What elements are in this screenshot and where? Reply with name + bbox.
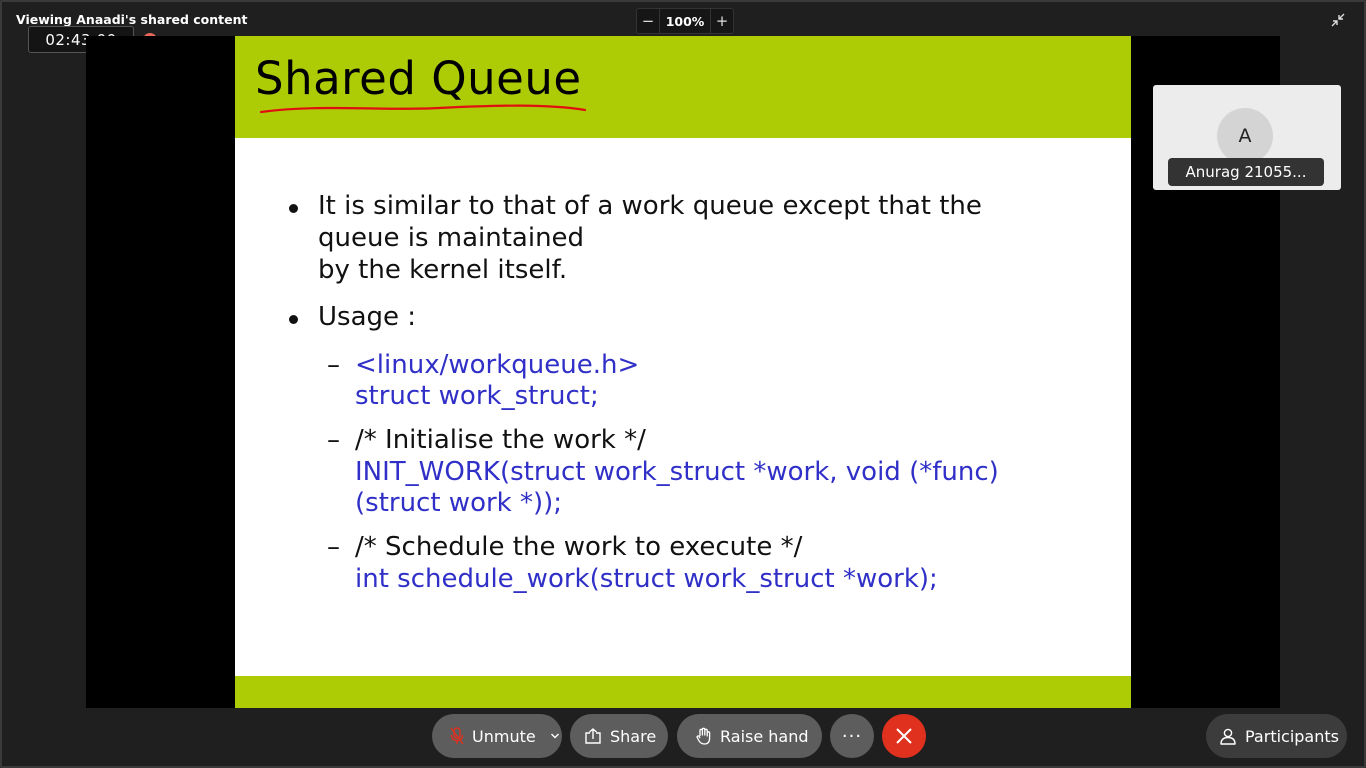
- mic-muted-icon: [450, 727, 464, 745]
- collapse-icon[interactable]: [1330, 12, 1346, 28]
- raise-hand-label: Raise hand: [720, 726, 809, 746]
- share-icon: [585, 728, 601, 744]
- sub-item-2-line-1: /* Initialise the work */: [355, 425, 646, 455]
- bullet-1-line-2: queue is maintained: [318, 223, 585, 253]
- bullet-2: Usage :: [318, 301, 416, 333]
- presentation-slide: Shared Queue It is similar to that of a …: [235, 36, 1131, 708]
- chevron-down-icon[interactable]: [550, 732, 560, 740]
- leave-button[interactable]: [882, 714, 926, 758]
- sub-dash: –: [327, 425, 340, 455]
- bullet-2-line-1: Usage :: [318, 302, 417, 332]
- bullet-dot: [289, 315, 298, 324]
- participants-label: Participants: [1245, 726, 1339, 746]
- raise-hand-icon: [696, 727, 711, 745]
- slide-footer: [235, 676, 1131, 708]
- share-label: Share: [610, 726, 657, 746]
- more-icon: ···: [841, 725, 863, 747]
- participants-button[interactable]: Participants: [1206, 714, 1347, 758]
- unmute-label: Unmute: [472, 726, 536, 746]
- zoom-in-button[interactable]: +: [711, 9, 733, 33]
- slide-body: It is similar to that of a work queue ex…: [235, 36, 1131, 708]
- zoom-level: 100%: [659, 9, 711, 33]
- raise-hand-button[interactable]: Raise hand: [677, 714, 822, 758]
- participants-icon: [1220, 728, 1236, 745]
- sub-dash: –: [327, 532, 340, 562]
- sub-item-2-line-2: INIT_WORK(struct work_struct *work, void…: [355, 457, 999, 487]
- bullet-1: It is similar to that of a work queue ex…: [318, 190, 982, 286]
- more-button[interactable]: ···: [830, 714, 874, 758]
- participant-name: Anurag 21055...: [1168, 158, 1324, 186]
- sub-item-1-line-2: struct work_struct;: [355, 381, 599, 411]
- bullet-1-line-3: by the kernel itself.: [318, 255, 568, 285]
- sub-item-3-line-2: int schedule_work(struct work_struct *wo…: [355, 564, 938, 594]
- sub-item-1-line-1: <linux/workqueue.h>: [355, 350, 640, 380]
- bullet-dot: [289, 204, 298, 213]
- zoom-out-button[interactable]: −: [637, 9, 659, 33]
- shared-screen: Shared Queue It is similar to that of a …: [86, 36, 1280, 708]
- sub-item-2-line-3: (struct work *));: [355, 488, 563, 518]
- share-title: Viewing Anaadi's shared content: [16, 12, 248, 27]
- avatar: A: [1217, 108, 1273, 164]
- close-icon: [896, 728, 912, 744]
- share-button[interactable]: Share: [570, 714, 668, 758]
- sub-item-3-line-1: /* Schedule the work to execute */: [355, 532, 803, 562]
- bullet-1-line-1: It is similar to that of a work queue ex…: [318, 191, 982, 221]
- zoom-control: − 100% +: [636, 8, 734, 34]
- participant-tile[interactable]: A Anurag 21055...: [1153, 85, 1341, 190]
- sub-dash: –: [327, 350, 340, 380]
- unmute-button[interactable]: Unmute: [432, 714, 562, 758]
